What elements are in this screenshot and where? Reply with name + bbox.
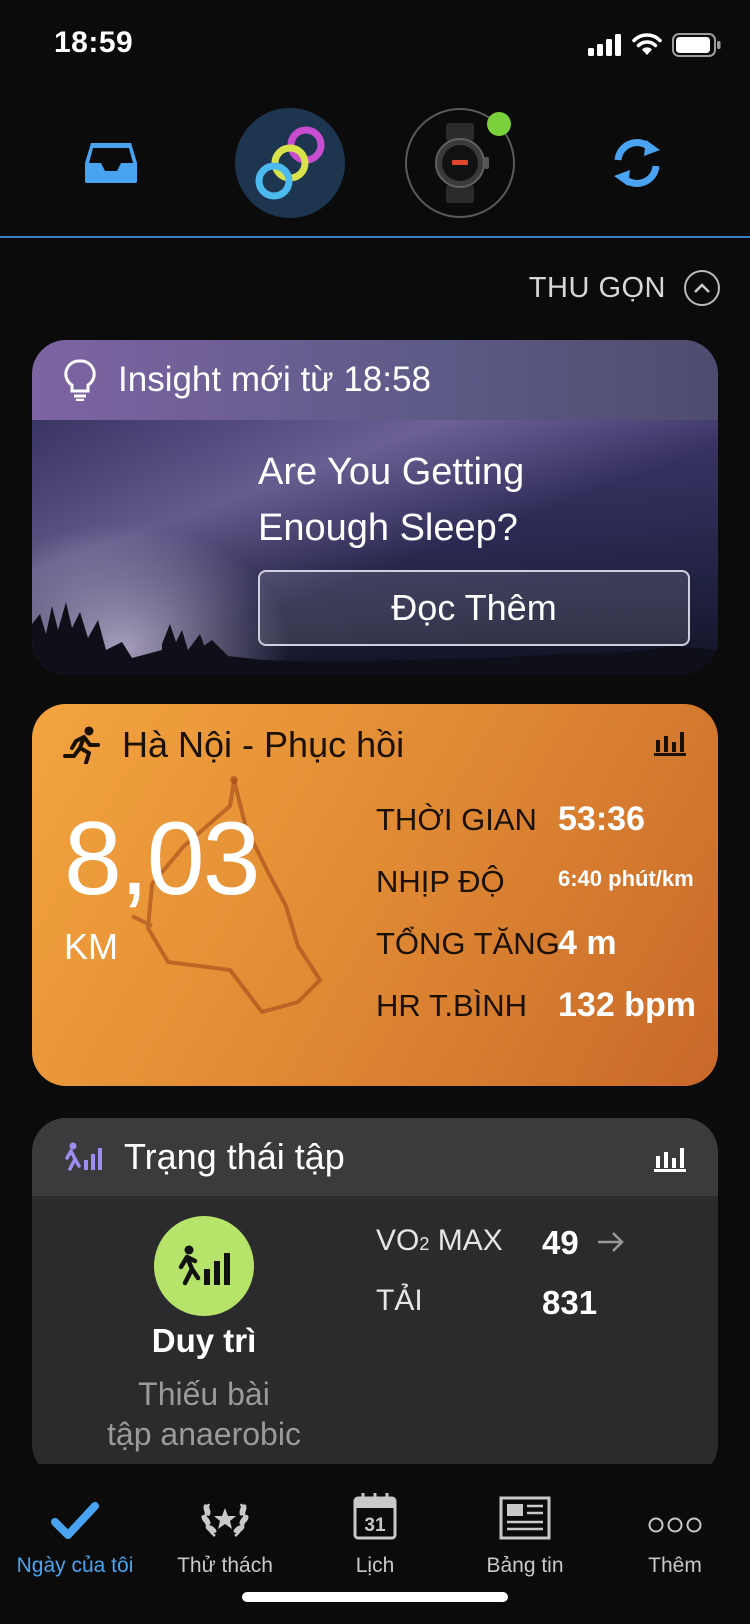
training-status-icon: [65, 1142, 102, 1171]
tab-label: Bảng tin: [486, 1554, 564, 1577]
home-indicator[interactable]: [242, 1592, 508, 1602]
vo2-label-pre: VO: [376, 1224, 420, 1257]
collapse-toggle[interactable]: THU GỌN: [529, 270, 720, 306]
vo2-label: VO2 MAX: [376, 1224, 503, 1258]
insight-title-line1: Are You Getting: [258, 451, 525, 493]
bar-chart-icon: [654, 732, 686, 756]
tab-my-day[interactable]: Ngày của tôi: [0, 1464, 150, 1578]
maintaining-icon: [178, 1245, 230, 1286]
activity-title: Hà Nội - Phục hồi: [122, 724, 405, 765]
training-status-card[interactable]: Trạng thái tập Duy trì Thiếu bài tập ana…: [32, 1118, 718, 1478]
bar-chart-icon: [654, 1148, 686, 1172]
smartwatch-icon: [435, 123, 489, 203]
load-label: TẢI: [376, 1284, 423, 1317]
training-status-header: Trạng thái tập: [32, 1118, 718, 1196]
sync-button[interactable]: [582, 108, 692, 218]
read-more-button[interactable]: Đọc Thêm: [258, 570, 690, 646]
tab-label: Thử thách: [177, 1554, 273, 1577]
activity-card[interactable]: Hà Nội - Phục hồi 8,03 KM THỜI GIAN 53:3…: [32, 704, 718, 1086]
vo2-label-sub: 2: [419, 1234, 430, 1254]
status-badge: [154, 1216, 254, 1316]
tab-challenges[interactable]: Thử thách: [150, 1464, 300, 1578]
insight-title: Are You Getting Enough Sleep?: [258, 444, 524, 556]
distance-unit: KM: [64, 926, 118, 967]
collapse-label: THU GỌN: [528, 271, 666, 304]
insight-header: Insight mới từ 18:58: [32, 340, 718, 420]
lightbulb-icon: [64, 359, 96, 401]
battery-icon: [672, 33, 721, 57]
device-online-indicator: [487, 112, 511, 136]
top-nav: [0, 100, 750, 240]
arrow-right-icon: [598, 1232, 624, 1252]
cellular-signal-icon: [588, 34, 621, 56]
stat-label-pace: NHỊP ĐỘ: [376, 864, 505, 899]
connected-rings-icon: [255, 126, 325, 200]
newspaper-icon: [499, 1496, 551, 1540]
checkmark-icon: [51, 1502, 99, 1539]
stat-value-elevation: 4 m: [558, 924, 617, 962]
more-dots-icon: [648, 1517, 702, 1533]
calendar-icon: 31: [353, 1493, 397, 1540]
laurel-icon: [201, 1503, 249, 1537]
stat-value-time: 53:36: [558, 800, 645, 838]
tab-label: Lịch: [355, 1554, 395, 1577]
stat-label-elevation: TỔNG TĂNG: [376, 926, 560, 961]
inbox-button[interactable]: [56, 108, 166, 218]
insight-header-label: Insight mới từ 18:58: [118, 360, 431, 399]
tab-more[interactable]: Thêm: [600, 1464, 750, 1578]
training-status-description: Thiếu bài tập anaerobic: [54, 1374, 354, 1454]
insight-card[interactable]: Insight mới từ 18:58 Are You Getting Eno…: [32, 340, 718, 674]
stat-value-pace: 6:40 phút/km: [558, 866, 694, 891]
distance-value: 8,03: [64, 801, 260, 917]
description-line1: Thiếu bài: [138, 1376, 270, 1412]
tab-newsfeed[interactable]: Bảng tin: [450, 1464, 600, 1578]
status-icons: [588, 32, 722, 58]
training-status-value: Duy trì: [151, 1322, 257, 1359]
training-status-title: Trạng thái tập: [124, 1136, 345, 1177]
description-line2: tập anaerobic: [107, 1416, 301, 1452]
tab-label: Ngày của tôi: [16, 1554, 134, 1577]
tab-label: Thêm: [648, 1554, 702, 1577]
running-icon: [63, 726, 100, 764]
chevron-up-icon: [684, 270, 720, 306]
training-status-body: Duy trì Thiếu bài tập anaerobic VO2 MAX …: [32, 1196, 718, 1478]
inbox-tray-icon: [85, 143, 137, 183]
insight-title-line2: Enough Sleep?: [258, 507, 518, 549]
connect-iq-button[interactable]: [235, 108, 345, 218]
calendar-day: 31: [364, 1515, 386, 1536]
stat-value-avg-hr: 132 bpm: [558, 986, 696, 1024]
load-value: 831: [542, 1284, 598, 1321]
tab-calendar[interactable]: 31 Lịch: [300, 1464, 450, 1578]
insight-image: Are You Getting Enough Sleep? Đọc Thêm: [32, 420, 718, 674]
vo2-value: 49: [542, 1224, 579, 1261]
wifi-icon: [632, 33, 662, 55]
sync-icon: [614, 139, 660, 187]
stat-label-avg-hr: HR T.BÌNH: [376, 988, 528, 1023]
status-time: 18:59: [54, 26, 134, 59]
vo2-label-post: MAX: [429, 1224, 503, 1257]
stat-label-time: THỜI GIAN: [376, 802, 537, 837]
nav-divider: [0, 236, 750, 238]
